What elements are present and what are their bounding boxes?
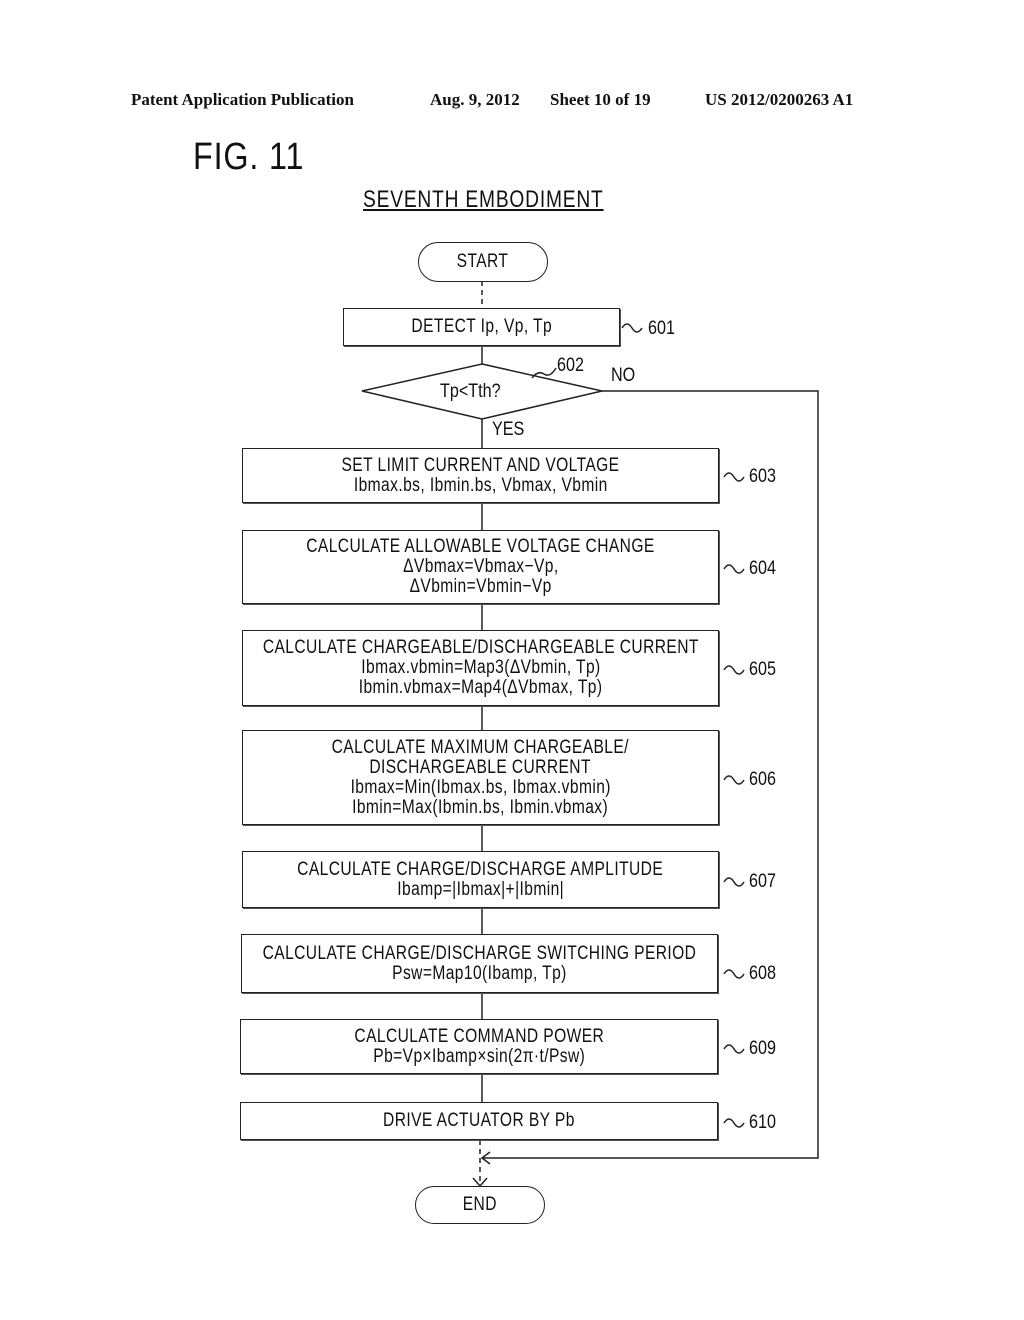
ref-603: 603 (749, 466, 776, 487)
ref-601: 601 (648, 318, 675, 339)
start-label: START (457, 251, 509, 272)
step-604-line-3: ΔVbmin=Vbmin−Vp (409, 576, 552, 597)
step-609-box: CALCULATE COMMAND POWER Pb=Vp×Ibamp×sin(… (240, 1019, 718, 1074)
ref-608: 608 (749, 963, 776, 984)
leader-609 (723, 1044, 745, 1054)
step-604-line-1: CALCULATE ALLOWABLE VOLTAGE CHANGE (306, 536, 655, 557)
ref-610: 610 (749, 1112, 776, 1133)
ref-609: 609 (749, 1038, 776, 1059)
step-603-line-1: SET LIMIT CURRENT AND VOLTAGE (341, 454, 620, 476)
leader-606 (723, 775, 745, 785)
step-609-line-1: CALCULATE COMMAND POWER (354, 1025, 604, 1047)
step-601-line-1: DETECT Ip, Vp, Tp (411, 316, 552, 337)
step-606-box: CALCULATE MAXIMUM CHARGEABLE/ DISCHARGEA… (242, 730, 719, 825)
step-609-line-2: Pb=Vp×Ibamp×sin(2π·t/Psw) (373, 1045, 585, 1067)
step-605-line-2: Ibmax.vbmin=Map3(ΔVbmin, Tp) (360, 657, 601, 678)
step-605-line-3: Ibmin.vbmax=Map4(ΔVbmax, Tp) (358, 677, 603, 698)
end-terminal: END (415, 1186, 545, 1224)
ref-605: 605 (749, 659, 776, 680)
step-606-line-3: Ibmax=Min(Ibmax.bs, Ibmax.vbmin) (350, 776, 611, 798)
step-608-line-1: CALCULATE CHARGE/DISCHARGE SWITCHING PER… (262, 942, 697, 964)
start-terminal: START (418, 242, 548, 282)
step-605-line-1: CALCULATE CHARGEABLE/DISCHARGEABLE CURRE… (262, 637, 699, 658)
ref-604: 604 (749, 558, 776, 579)
step-604-box: CALCULATE ALLOWABLE VOLTAGE CHANGE ΔVbma… (242, 530, 719, 604)
leader-601 (621, 323, 643, 333)
step-601-box: DETECT Ip, Vp, Tp (343, 308, 620, 346)
step-607-box: CALCULATE CHARGE/DISCHARGE AMPLITUDE Iba… (242, 851, 719, 908)
leader-604 (723, 564, 745, 574)
step-608-box: CALCULATE CHARGE/DISCHARGE SWITCHING PER… (241, 934, 718, 993)
step-610-line-1: DRIVE ACTUATOR BY Pb (383, 1110, 575, 1131)
ref-607: 607 (749, 871, 776, 892)
step-610-box: DRIVE ACTUATOR BY Pb (240, 1102, 718, 1140)
step-604-line-2: ΔVbmax=Vbmax−Vp, (402, 556, 559, 577)
step-606-line-1: CALCULATE MAXIMUM CHARGEABLE/ (331, 736, 630, 758)
step-605-box: CALCULATE CHARGEABLE/DISCHARGEABLE CURRE… (242, 630, 719, 706)
step-606-line-2: DISCHARGEABLE CURRENT (369, 756, 592, 778)
leader-607 (723, 877, 745, 887)
step-606-line-4: Ibmin=Max(Ibmin.bs, Ibmin.vbmax) (352, 796, 609, 818)
ref-606: 606 (749, 769, 776, 790)
decision-602-label: Tp<Tth? (440, 381, 501, 402)
step-608-line-2: Psw=Map10(Ibamp, Tp) (392, 962, 567, 984)
step-603-line-2: Ibmax.bs, Ibmin.bs, Vbmax, Vbmin (353, 474, 608, 496)
leader-603 (723, 472, 745, 482)
leader-608 (723, 969, 745, 979)
ref-602: 602 (557, 355, 584, 376)
step-603-box: SET LIMIT CURRENT AND VOLTAGE Ibmax.bs, … (242, 448, 719, 503)
leader-610 (723, 1118, 745, 1128)
decision-no-label: NO (611, 365, 636, 386)
end-label: END (462, 1194, 498, 1215)
decision-yes-label: YES (492, 419, 525, 440)
step-607-line-2: Ibamp=|Ibmax|+|Ibmin| (397, 878, 564, 900)
leader-605 (723, 665, 745, 675)
step-607-line-1: CALCULATE CHARGE/DISCHARGE AMPLITUDE (297, 858, 664, 880)
